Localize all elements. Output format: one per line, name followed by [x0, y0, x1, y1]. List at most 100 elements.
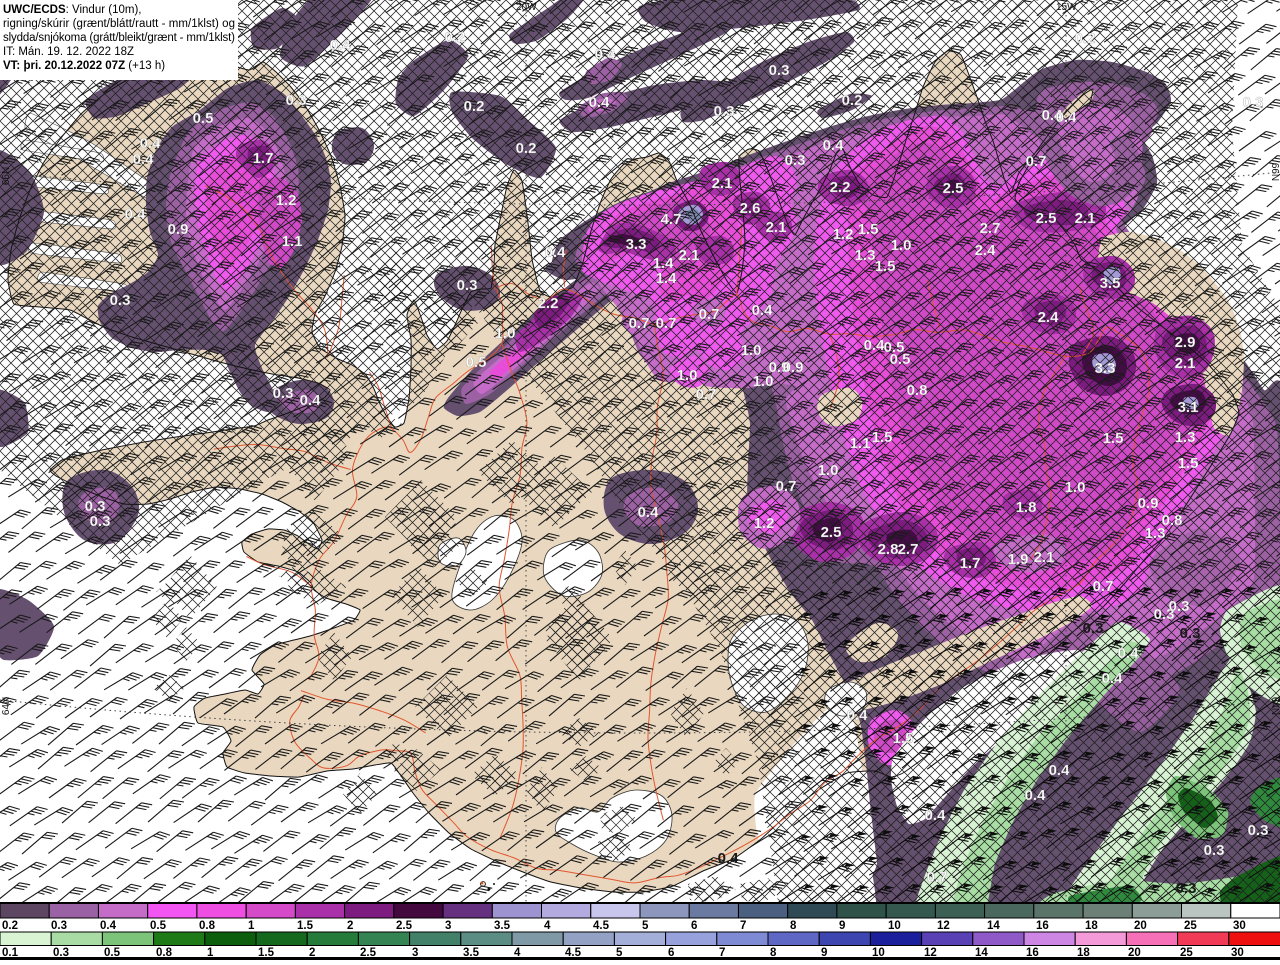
svg-text:2.7: 2.7 [898, 541, 919, 558]
svg-text:64N: 64N [1269, 697, 1280, 715]
svg-text:1.3: 1.3 [1175, 429, 1196, 446]
svg-text:0.2: 0.2 [1075, 30, 1096, 47]
svg-text:0.4: 0.4 [638, 504, 660, 521]
svg-text:0.3: 0.3 [1176, 880, 1197, 897]
svg-text:20W: 20W [516, 2, 537, 13]
svg-text:UWC/ECDS: Vindur (10m),: UWC/ECDS: Vindur (10m), [3, 4, 141, 16]
svg-text:2.9: 2.9 [1175, 334, 1196, 351]
svg-text:1.3: 1.3 [855, 247, 876, 264]
svg-text:18: 18 [1085, 920, 1098, 932]
svg-text:7: 7 [740, 920, 746, 932]
svg-text:1.2: 1.2 [276, 192, 297, 209]
svg-text:1.4: 1.4 [656, 270, 678, 287]
svg-text:2.5: 2.5 [943, 180, 964, 197]
svg-text:0.2: 0.2 [464, 98, 485, 115]
svg-text:slydda/snjókoma (grátt/bleikt/: slydda/snjókoma (grátt/bleikt/grænt - mm… [3, 32, 235, 44]
svg-text:0.3: 0.3 [1243, 94, 1264, 111]
svg-text:2.5: 2.5 [821, 524, 842, 541]
svg-text:2.7: 2.7 [980, 220, 1001, 237]
svg-text:6: 6 [691, 920, 697, 932]
svg-text:1.7: 1.7 [253, 150, 274, 167]
svg-text:0.7: 0.7 [696, 386, 717, 403]
svg-text:1.1: 1.1 [850, 435, 871, 452]
svg-text:1.0: 1.0 [1065, 479, 1086, 496]
svg-text:0.8: 0.8 [1162, 512, 1183, 529]
svg-text:0.4: 0.4 [125, 206, 147, 223]
svg-text:0.3: 0.3 [51, 920, 67, 932]
svg-text:0.4: 0.4 [1049, 762, 1071, 779]
svg-text:14: 14 [987, 920, 1000, 932]
svg-text:4.5: 4.5 [593, 920, 610, 932]
svg-text:10: 10 [888, 920, 901, 932]
svg-text:5: 5 [642, 920, 649, 932]
svg-text:0.3: 0.3 [785, 152, 806, 169]
svg-text:1.5: 1.5 [858, 221, 879, 238]
svg-text:20: 20 [1134, 920, 1147, 932]
svg-text:0.7: 0.7 [927, 869, 948, 886]
svg-text:3: 3 [445, 920, 451, 932]
svg-text:1.5: 1.5 [1103, 430, 1124, 447]
svg-text:0.4: 0.4 [718, 850, 740, 867]
svg-text:0.3: 0.3 [457, 277, 478, 294]
svg-text:25: 25 [1184, 920, 1197, 932]
svg-text:0.3: 0.3 [110, 292, 131, 309]
svg-text:1.2: 1.2 [833, 226, 854, 243]
svg-text:0.5: 0.5 [193, 110, 214, 127]
svg-text:0.4: 0.4 [752, 302, 774, 319]
svg-text:0.4: 0.4 [133, 151, 155, 168]
svg-text:0.4: 0.4 [1056, 109, 1078, 126]
svg-text:3.3: 3.3 [1095, 360, 1116, 377]
svg-text:1.0: 1.0 [741, 342, 762, 359]
svg-text:0.9: 0.9 [1138, 495, 1159, 512]
svg-text:0.4: 0.4 [300, 392, 322, 409]
svg-text:0.3: 0.3 [714, 103, 735, 120]
svg-text:VT: þri. 20.12.2022 07Z (+13 h: VT: þri. 20.12.2022 07Z (+13 h) [3, 60, 165, 72]
svg-text:4.7: 4.7 [661, 211, 682, 228]
svg-text:0.5: 0.5 [150, 920, 167, 932]
svg-text:66N: 66N [1269, 163, 1280, 181]
svg-text:1.2: 1.2 [754, 515, 775, 532]
svg-text:0.3: 0.3 [273, 385, 294, 402]
svg-text:1.5: 1.5 [872, 429, 893, 446]
svg-text:1.9: 1.9 [1008, 551, 1029, 568]
svg-text:15W: 15W [1056, 2, 1077, 13]
svg-text:2.5: 2.5 [396, 920, 413, 932]
svg-text:0.9: 0.9 [168, 221, 189, 238]
svg-text:0.5: 0.5 [466, 354, 487, 371]
svg-text:2.1: 2.1 [1034, 549, 1055, 566]
svg-text:0.3: 0.3 [90, 513, 111, 530]
svg-text:2.4: 2.4 [1038, 309, 1060, 326]
svg-text:0.4: 0.4 [100, 920, 117, 932]
svg-text:0.9: 0.9 [783, 359, 804, 376]
svg-text:1.5: 1.5 [875, 258, 896, 275]
svg-text:2.1: 2.1 [1175, 355, 1196, 372]
svg-text:2: 2 [347, 920, 353, 932]
svg-text:0.4: 0.4 [140, 135, 162, 152]
svg-text:0.2: 0.2 [2, 920, 18, 932]
svg-text:2.4: 2.4 [975, 242, 997, 259]
svg-text:3.5: 3.5 [494, 920, 511, 932]
svg-text:2.6: 2.6 [740, 200, 761, 217]
svg-text:4: 4 [544, 920, 551, 932]
svg-text:3.1: 3.1 [1178, 399, 1199, 416]
svg-text:IT: Mán. 19. 12. 2022 18Z: IT: Mán. 19. 12. 2022 18Z [3, 46, 134, 58]
svg-text:0.3: 0.3 [1204, 842, 1225, 859]
svg-text:0.7: 0.7 [776, 478, 797, 495]
svg-text:0.3: 0.3 [769, 62, 790, 79]
svg-text:30: 30 [1233, 920, 1246, 932]
svg-text:1.5: 1.5 [297, 920, 314, 932]
svg-text:0.4: 0.4 [1102, 670, 1124, 687]
svg-text:3.3: 3.3 [626, 236, 647, 253]
svg-text:12: 12 [937, 920, 950, 932]
svg-text:rigning/skúrir (grænt/blátt/ra: rigning/skúrir (grænt/blátt/rautt - mm/1… [3, 18, 235, 30]
svg-text:8: 8 [790, 920, 797, 932]
svg-text:2.1: 2.1 [679, 247, 700, 264]
svg-text:66N: 66N [1, 167, 12, 185]
svg-text:0.2: 0.2 [516, 140, 537, 157]
svg-text:64N: 64N [1, 697, 12, 715]
svg-text:0.4: 0.4 [1025, 787, 1047, 804]
svg-text:0.4: 0.4 [847, 707, 869, 724]
svg-text:0.4: 0.4 [595, 46, 617, 63]
svg-text:0.5: 0.5 [890, 351, 911, 368]
svg-text:0.3: 0.3 [1248, 822, 1269, 839]
